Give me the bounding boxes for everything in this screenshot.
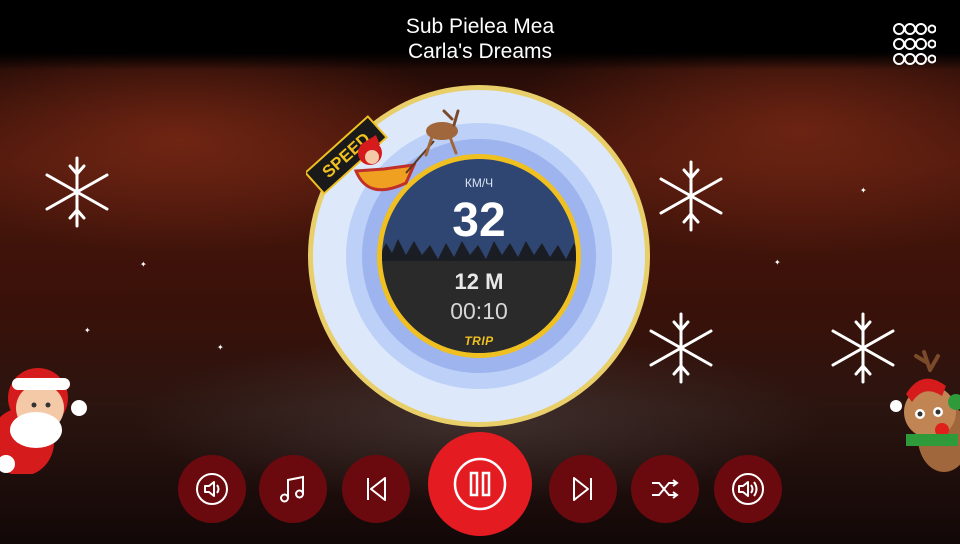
skip-back-icon [367,477,386,501]
volume-down-button[interactable] [178,455,246,523]
volume-up-button[interactable] [714,455,782,523]
snow-dot: ✦ [217,343,224,352]
music-library-button[interactable] [259,455,327,523]
previous-track-button[interactable] [342,455,410,523]
snow-dot: ✦ [860,186,867,195]
speaker-icon [732,473,764,505]
speed-value: 32 [452,194,506,247]
snow-dot: ✦ [774,258,781,267]
snowflake-icon [45,156,109,228]
grid-dots-icon [893,23,937,65]
trip-time: 00:10 [450,298,508,324]
gauge-dial: SPEED [306,85,650,427]
apps-menu-button[interactable] [892,22,937,66]
trip-distance: 12 M [454,269,504,294]
next-track-button[interactable] [549,455,617,523]
skip-forward-icon [573,477,592,501]
speaker-icon [196,473,228,505]
shuffle-icon [652,479,679,499]
pause-button[interactable] [428,432,532,536]
snowflake-icon [649,312,713,384]
snow-dot: ✦ [84,326,91,335]
music-note-icon [280,475,304,503]
track-artist: Carla's Dreams [407,40,553,63]
reindeer-icon [890,350,960,472]
speed-gauge: SPEED КМ/Ч 32 12 M 00:10 TRIP [306,83,652,429]
shuffle-button[interactable] [631,455,699,523]
speed-unit-label: КМ/Ч [464,176,494,190]
pause-icon [453,457,507,511]
trip-mode-label[interactable]: TRIP [306,334,652,348]
snowflake-icon [659,160,723,232]
santa-icon [0,368,87,474]
snow-dot: ✦ [140,260,147,269]
track-title: Sub Pielea Mea [405,15,555,38]
